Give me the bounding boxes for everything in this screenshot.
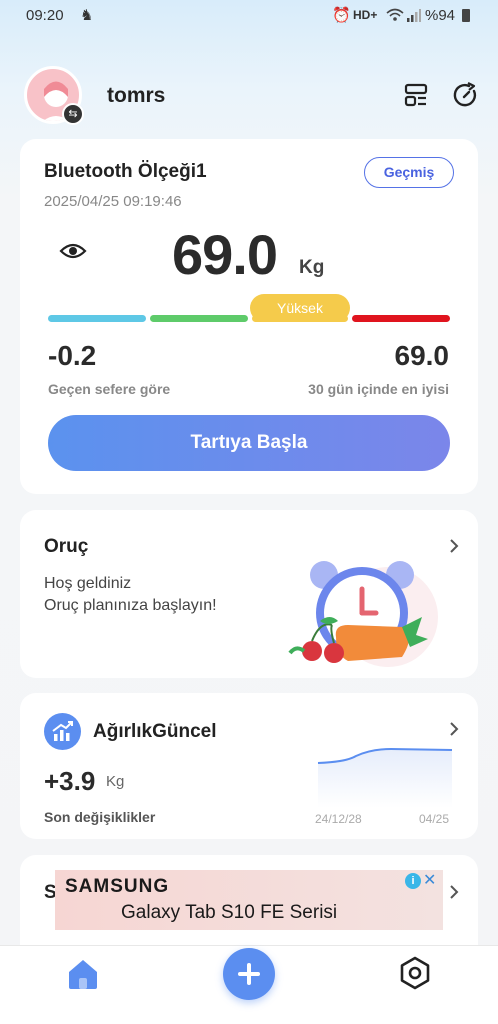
status-time: 09:20: [26, 7, 64, 24]
battery-icon: [462, 9, 470, 22]
ad-banner[interactable]: SAMSUNG Galaxy Tab S10 FE Serisi i ✕: [55, 870, 443, 930]
weight-unit: Kg: [299, 257, 325, 278]
status-bar: 09:20 ♞ ⏰ HD+ %94: [0, 0, 498, 32]
device-name: Bluetooth Ölçeği1: [44, 161, 207, 182]
measurement-datetime: 2025/04/25 09:19:46: [44, 193, 182, 210]
network-type: HD+: [353, 8, 378, 22]
fasting-subtitle: Oruç planınıza başlayın!: [44, 597, 217, 614]
ad-close-icon[interactable]: ✕: [423, 870, 436, 890]
weight-trend-chart: [317, 747, 453, 808]
weight-change-unit: Kg: [106, 773, 125, 790]
change-label: Geçen sefere göre: [48, 381, 171, 397]
wifi-icon: [386, 8, 404, 21]
trend-area: [318, 749, 452, 808]
bottom-nav: [0, 945, 498, 1024]
chevron-right-icon[interactable]: [448, 722, 460, 736]
username: tomrs: [107, 84, 166, 107]
sync-gauge-icon[interactable]: [452, 82, 478, 108]
ad-product: Galaxy Tab S10 FE Serisi: [121, 902, 338, 923]
settings-icon[interactable]: [398, 956, 432, 990]
level-bar-very-high: [352, 315, 450, 322]
weight-value: 69.0: [172, 223, 278, 286]
fasting-title: Oruç: [44, 536, 89, 557]
history-button[interactable]: Geçmiş: [364, 157, 454, 188]
ad-info-icon[interactable]: i: [405, 873, 421, 889]
start-weighing-button[interactable]: Tartıya Başla: [48, 415, 450, 471]
plus-icon: [238, 963, 260, 985]
change-value: -0.2: [48, 340, 97, 371]
ad-brand: SAMSUNG: [65, 876, 170, 897]
alarm-icon: ⏰: [332, 7, 351, 24]
home-icon[interactable]: [66, 958, 100, 990]
battery-percent: %94: [425, 7, 456, 24]
trend-icon: [44, 713, 81, 750]
eye-icon[interactable]: [59, 241, 87, 261]
weight-update-title: AğırlıkGüncel: [93, 721, 217, 742]
add-button[interactable]: [223, 948, 275, 1000]
clock-carrot-illustration: [288, 561, 438, 667]
best-value: 69.0: [394, 340, 450, 371]
level-badge: Yüksek: [250, 294, 350, 322]
level-bar-normal: [150, 315, 248, 322]
dashboard-layout-icon[interactable]: [404, 83, 428, 107]
level-bar-low: [48, 315, 146, 322]
weight-update-subtitle: Son değişiklikler: [44, 809, 156, 825]
weight-change-value: +3.9: [44, 766, 96, 796]
switch-user-icon[interactable]: ⇆: [62, 103, 84, 125]
chart-end-date: 04/25: [419, 812, 450, 826]
fasting-welcome: Hoş geldiniz: [44, 575, 132, 592]
best-label: 30 gün içinde en iyisi: [308, 381, 449, 397]
chevron-right-icon[interactable]: [448, 539, 460, 553]
notification-icon: ♞: [80, 7, 94, 24]
signal-icon: [407, 9, 421, 22]
chart-start-date: 24/12/28: [315, 812, 362, 826]
chevron-right-icon[interactable]: [448, 885, 460, 899]
